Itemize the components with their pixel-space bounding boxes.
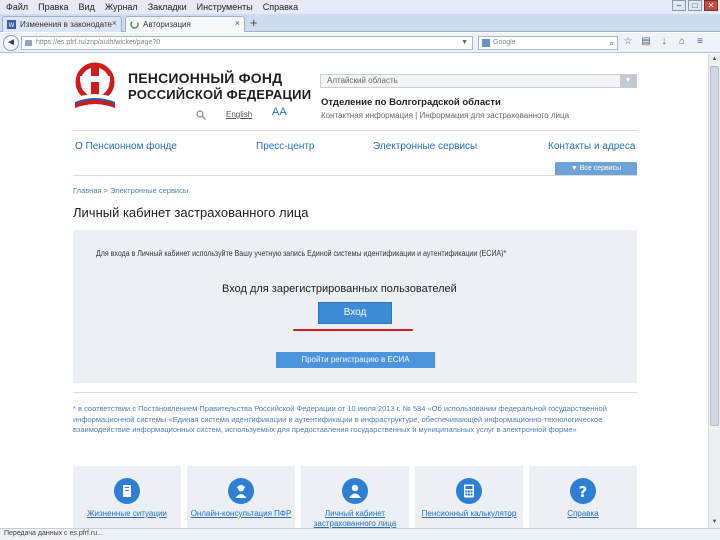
tab-authorization[interactable]: Авторизация × — [125, 16, 245, 32]
url-dropdown-icon[interactable]: ▼ — [461, 37, 468, 49]
home-icon[interactable]: ⌂ — [676, 36, 688, 48]
menu-contacts[interactable]: Контакты и адреса — [548, 141, 635, 152]
document-icon — [123, 485, 131, 497]
scrollbar-thumb[interactable] — [710, 66, 719, 426]
scroll-up-icon[interactable]: ▲ — [709, 54, 720, 65]
search-input[interactable]: Google ⌕ — [478, 36, 618, 50]
status-text: Передача данных с es.pfrf.ru... — [4, 530, 103, 537]
login-heading: Вход для зарегистрированных пользователе… — [222, 283, 457, 295]
red-underline-mark — [293, 329, 413, 331]
search-icon[interactable]: ⌕ — [609, 37, 614, 49]
menu-tools[interactable]: Инструменты — [197, 2, 253, 12]
breadcrumb[interactable]: Главная > Электронные сервисы — [73, 186, 188, 195]
all-services-label: Все сервисы — [579, 165, 622, 172]
question-icon: ? — [579, 483, 588, 499]
tab-title: Авторизация — [143, 20, 191, 29]
menu-icon[interactable]: ≡ — [694, 36, 706, 48]
tile-icon-circle — [456, 478, 482, 504]
tab-close-icon[interactable]: × — [112, 18, 117, 28]
tile-icon-circle — [114, 478, 140, 504]
tile-icon-circle: ? — [570, 478, 596, 504]
english-link[interactable]: English — [226, 110, 252, 119]
page-title: Личный кабинет застрахованного лица — [73, 205, 309, 220]
window-controls: – □ ✕ — [672, 0, 718, 11]
menu-help[interactable]: Справка — [263, 2, 298, 12]
search-engine-icon[interactable] — [482, 39, 490, 47]
consultant-icon — [235, 485, 247, 498]
browser-menubar: Файл Правка Вид Журнал Закладки Инструме… — [0, 0, 720, 14]
branch-links[interactable]: Контактная информация | Информация для з… — [321, 111, 569, 120]
all-services-tab[interactable]: ▼ Все сервисы — [555, 162, 637, 175]
download-arrow-icon[interactable]: ↓ — [658, 36, 670, 48]
tab-title: Изменения в законодательстве о... — [20, 20, 112, 29]
chevron-down-icon[interactable]: ▼ — [620, 75, 636, 87]
tile-help[interactable]: ? Справка — [529, 466, 637, 528]
org-name-line2: РОССИЙСКОЙ ФЕДЕРАЦИИ — [128, 87, 312, 102]
region-select[interactable]: Алтайский область ▼ — [320, 74, 637, 88]
bookmark-star-icon[interactable]: ☆ — [622, 36, 634, 48]
site-search-icon[interactable] — [196, 110, 206, 120]
menu-bookmarks[interactable]: Закладки — [148, 2, 187, 12]
calculator-icon — [464, 484, 474, 498]
toolbar-icons: ☆ ▤ ↓ ⌂ ≡ — [622, 36, 706, 48]
menu-divider — [73, 175, 637, 176]
tile-life-situations[interactable]: Жизненные ситуации — [73, 466, 181, 528]
search-placeholder: Google — [493, 39, 516, 46]
font-size-control[interactable]: AA — [272, 106, 287, 118]
tile-icon-circle — [342, 478, 368, 504]
org-name-line1: ПЕНСИОННЫЙ ФОНД — [128, 70, 283, 86]
new-tab-button[interactable]: + — [250, 16, 258, 29]
svg-text:W: W — [9, 22, 15, 29]
tile-label: Онлайн-консультация ПФР — [190, 509, 292, 518]
branch-title: Отделение по Волгоградской области — [321, 97, 501, 108]
tile-icon-circle — [228, 478, 254, 504]
loading-favicon-icon — [130, 20, 139, 29]
scroll-down-icon[interactable]: ▼ — [709, 517, 720, 528]
minimize-button[interactable]: – — [672, 0, 686, 11]
tile-personal-account[interactable]: Личный кабинет застрахованного лица — [301, 466, 409, 528]
tab-close-icon[interactable]: × — [235, 18, 240, 28]
tab-legislation[interactable]: W Изменения в законодательстве о... × — [2, 16, 122, 32]
menu-view[interactable]: Вид — [79, 2, 95, 12]
tile-label: Пенсионный калькулятор — [421, 509, 517, 518]
menu-press-center[interactable]: Пресс-центр — [256, 141, 314, 152]
browser-status-bar: Передача данных с es.pfrf.ru... — [0, 528, 720, 540]
esia-register-button[interactable]: Пройти регистрацию в ЕСИА — [276, 352, 435, 368]
tile-pension-calculator[interactable]: Пенсионный калькулятор — [415, 466, 523, 528]
legal-footnote[interactable]: * в соответствии с Постановлением Правит… — [73, 404, 618, 436]
pfr-logo-icon[interactable] — [71, 62, 119, 110]
bookmarks-list-icon[interactable]: ▤ — [640, 36, 652, 48]
menu-edit[interactable]: Правка — [38, 2, 68, 12]
region-select-value: Алтайский область — [327, 76, 398, 85]
esia-login-note: Для входа в Личный кабинет используйте В… — [96, 249, 507, 258]
navigation-toolbar: ◄ https://es.pfrf.ru/znp/auth/wicket/pag… — [0, 33, 720, 53]
svg-text:?: ? — [579, 483, 588, 499]
menu-history[interactable]: Журнал — [105, 2, 138, 12]
content-divider — [73, 392, 637, 393]
tile-online-consultation[interactable]: Онлайн-консультация ПФР — [187, 466, 295, 528]
tile-label: Личный кабинет застрахованного лица — [313, 509, 397, 528]
menu-file[interactable]: Файл — [6, 2, 28, 12]
tile-label: Жизненные ситуации — [87, 509, 167, 518]
page-favicon-icon: W — [7, 20, 16, 29]
url-text: https://es.pfrf.ru/znp/auth/wicket/page?… — [36, 39, 161, 46]
menu-about-fund[interactable]: О Пенсионном фонде — [75, 141, 177, 152]
url-input[interactable]: https://es.pfrf.ru/znp/auth/wicket/page?… — [21, 36, 473, 50]
maximize-button[interactable]: □ — [688, 0, 702, 11]
header-divider — [73, 130, 637, 131]
tile-label: Справка — [567, 509, 599, 518]
back-arrow-icon[interactable]: ◄ — [3, 35, 19, 51]
lock-icon — [25, 40, 32, 46]
page-scrollbar[interactable]: ▲ ▼ — [708, 54, 720, 528]
login-button[interactable]: Вход — [318, 302, 392, 324]
user-icon — [349, 484, 361, 498]
close-window-button[interactable]: ✕ — [704, 0, 718, 11]
tab-strip: W Изменения в законодательстве о... × Ав… — [0, 14, 720, 32]
menu-electronic-services[interactable]: Электронные сервисы — [373, 141, 477, 152]
